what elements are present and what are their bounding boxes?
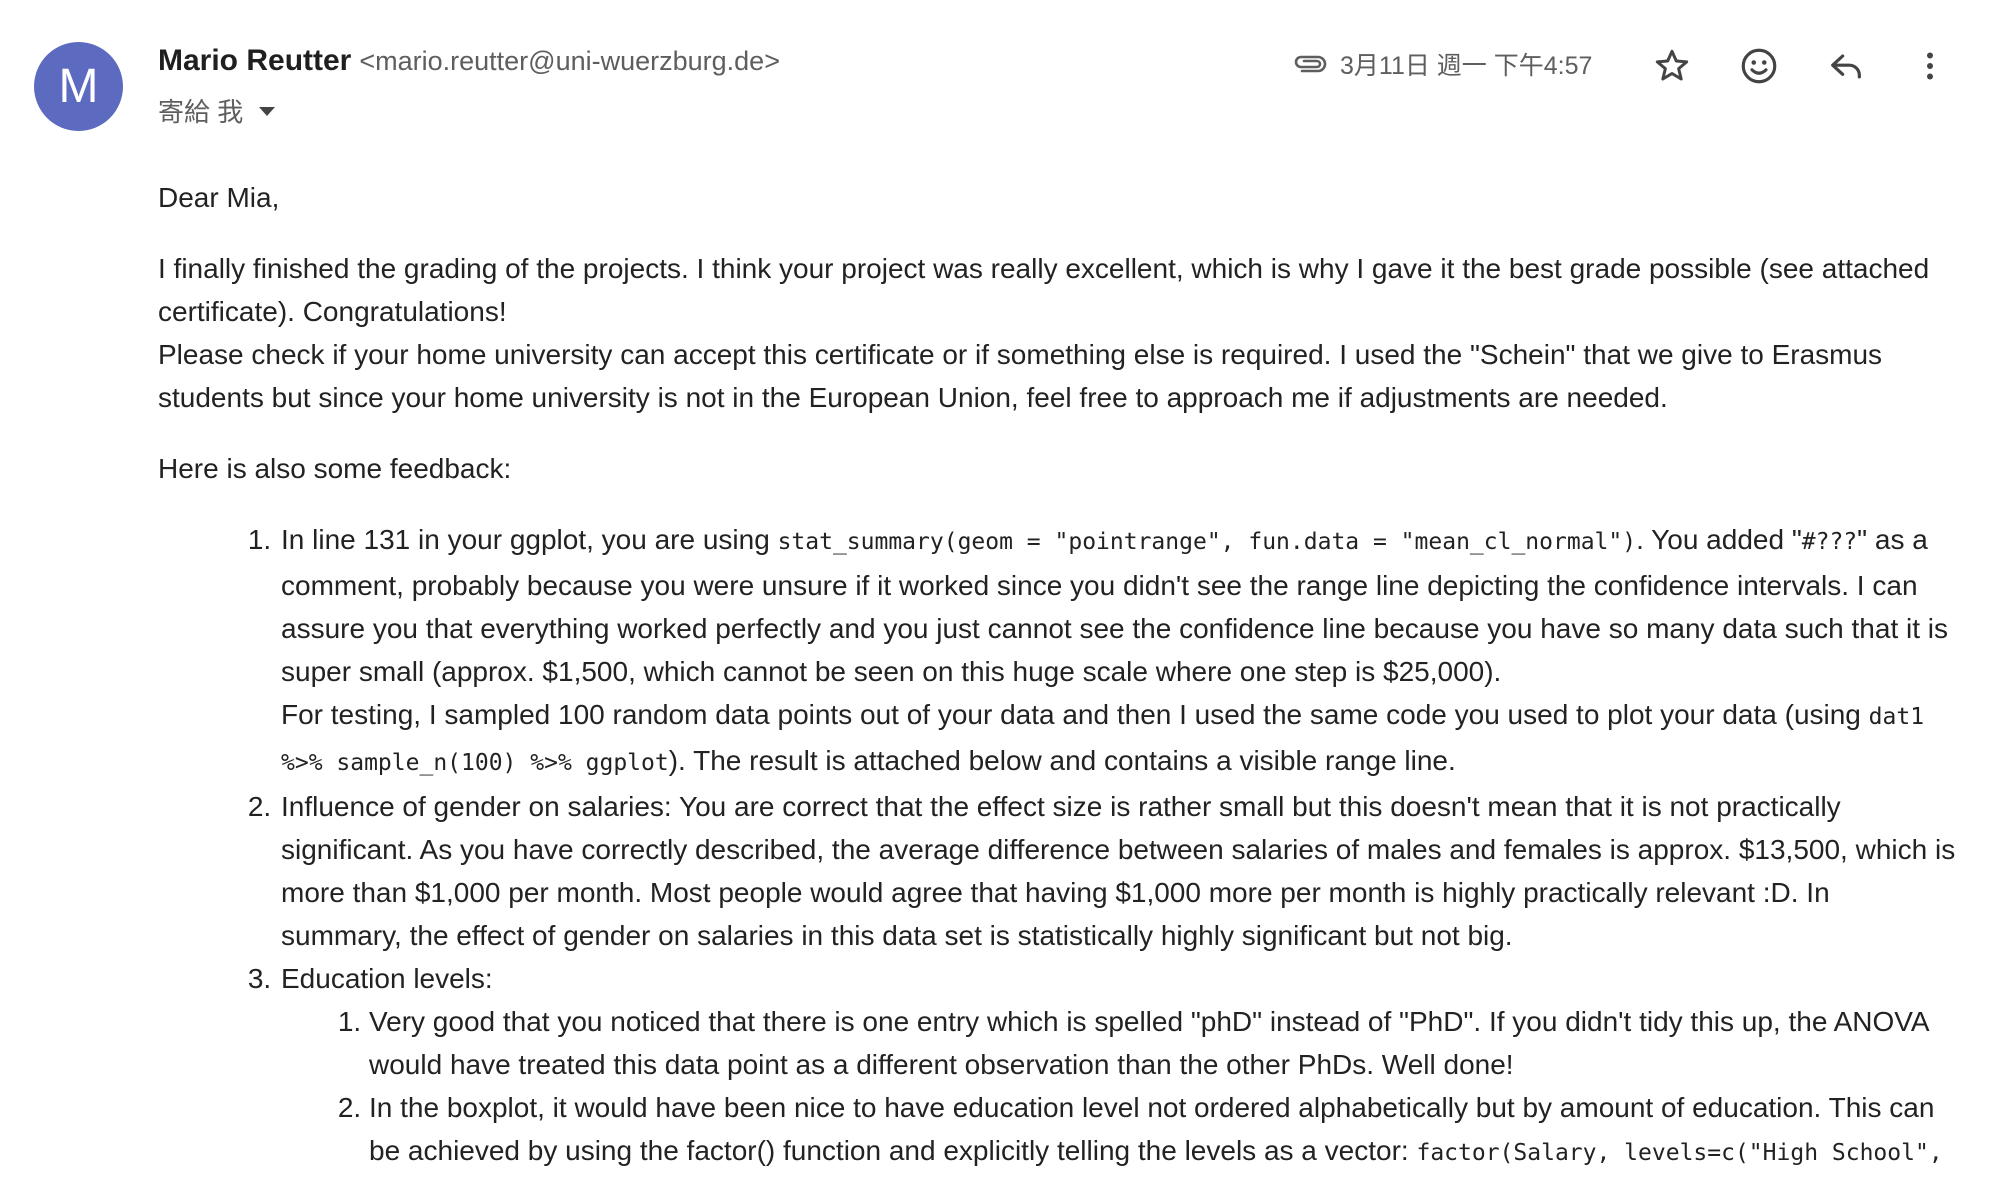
feedback-item-ggplot: In line 131 in your ggplot, you are usin… — [279, 518, 1958, 785]
education-subitem-boxplot: In the boxplot, it would have been nice … — [369, 1086, 1958, 1187]
sender-line: Mario Reutter <mario.reutter@uni-wuerzbur… — [158, 44, 780, 78]
body-paragraph-certificate: Please check if your home university can… — [158, 339, 1883, 413]
feedback-item-education: Education levels: Very good that you not… — [279, 957, 1958, 1187]
item1-text-1: In line 131 in your ggplot, you are usin… — [281, 524, 778, 555]
feedback-intro: Here is also some feedback: — [158, 453, 512, 484]
item1-text-2: . You added " — [1636, 524, 1802, 555]
star-button[interactable] — [1648, 42, 1696, 90]
item1-code-stat-summary: stat_summary(geom = "pointrange", fun.da… — [777, 529, 1637, 555]
education-sublist: Very good that you noticed that there is… — [281, 1000, 1958, 1187]
message-meta: 3月11日 週一 下午4:57 — [1290, 44, 1592, 84]
emoji-icon — [1741, 48, 1777, 84]
feedback-item-gender: Influence of gender on salaries: You are… — [279, 785, 1958, 957]
item2-text: Influence of gender on salaries: You are… — [281, 791, 1956, 951]
more-options-button[interactable] — [1906, 42, 1954, 90]
sender-avatar[interactable]: M — [34, 42, 123, 131]
item1-text-4: For testing, I sampled 100 random data p… — [281, 699, 1869, 730]
education-subitem-phd: Very good that you noticed that there is… — [369, 1000, 1958, 1086]
body-paragraph-grading: I finally finished the grading of the pr… — [158, 253, 1930, 327]
item3-label: Education levels: — [281, 963, 493, 994]
sender-email: <mario.reutter@uni-wuerzburg.de> — [359, 46, 780, 76]
message-date: 3月11日 週一 下午4:57 — [1340, 52, 1593, 80]
feedback-list: In line 131 in your ggplot, you are usin… — [158, 518, 1958, 1187]
item1-text-5: ). The result is attached below and cont… — [668, 745, 1456, 776]
attachment-icon — [1294, 55, 1327, 73]
add-reaction-button[interactable] — [1735, 42, 1783, 90]
sender-name[interactable]: Mario Reutter — [158, 44, 351, 77]
recipient-label: 寄給 我 — [158, 97, 244, 127]
item1-code-comment: #??? — [1801, 529, 1858, 555]
reply-icon — [1831, 54, 1861, 79]
subitem1-text: Very good that you noticed that there is… — [369, 1006, 1929, 1080]
star-icon — [1655, 49, 1689, 81]
more-vert-icon — [1927, 52, 1933, 80]
message-body: Dear Mia, I finally finished the grading… — [158, 176, 1958, 1187]
recipient-details-toggle[interactable]: 寄給 我 — [158, 92, 276, 129]
greeting: Dear Mia, — [158, 182, 280, 213]
reply-button[interactable] — [1822, 42, 1870, 90]
chevron-down-icon — [259, 107, 276, 116]
